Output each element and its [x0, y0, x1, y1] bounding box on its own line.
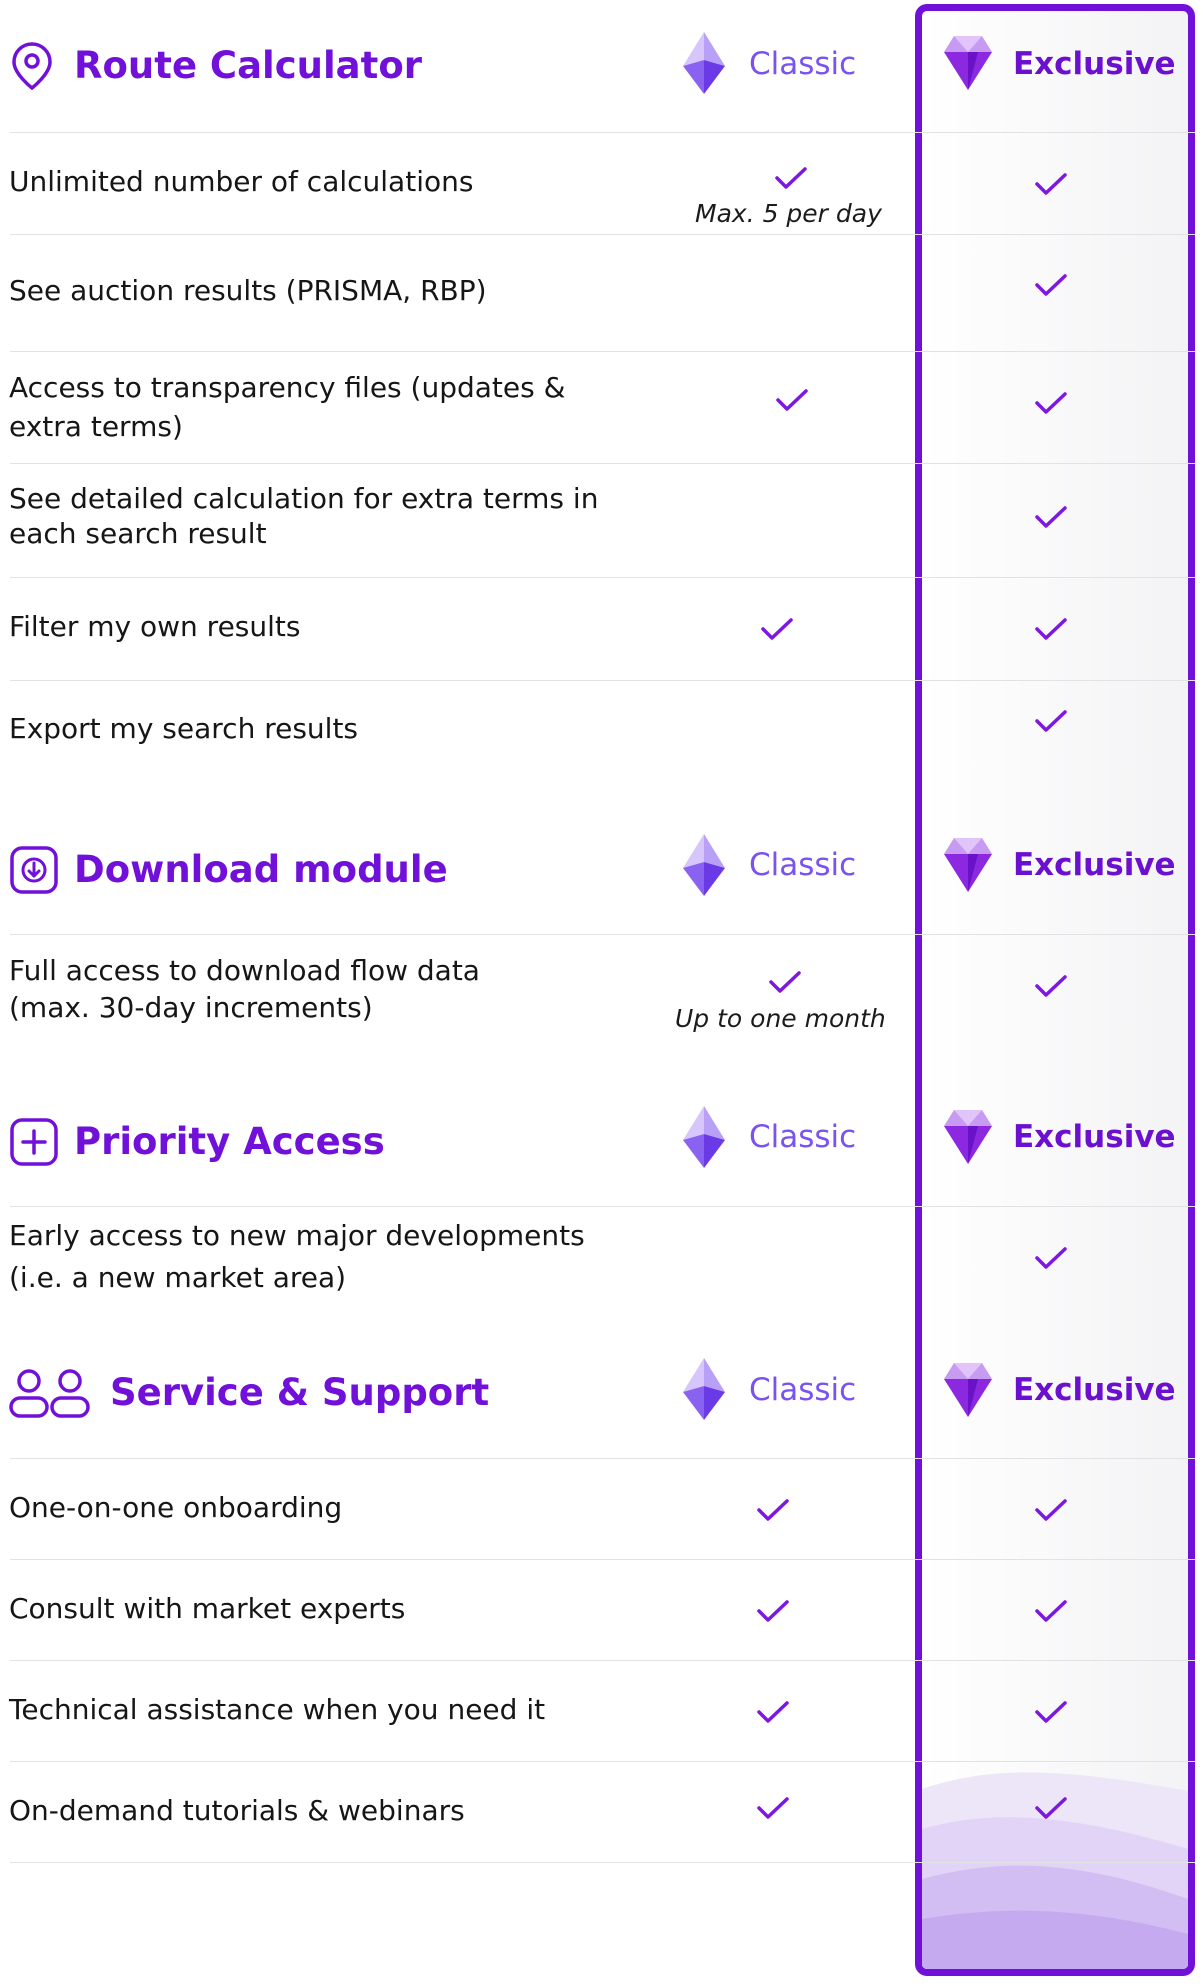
classic-limit-note: Up to one month [675, 1004, 886, 1033]
classic-check-icon [775, 167, 807, 189]
tier-classic-label: Classic [749, 46, 857, 82]
divider [10, 351, 1195, 352]
feature-label: Unlimited number of calculations [9, 165, 474, 198]
section-title: Route Calculator [74, 44, 422, 87]
tier-classic-label: Classic [749, 1119, 857, 1155]
exclusive-check-icon [1035, 618, 1067, 640]
feature-label: (i.e. a new market area) [9, 1261, 347, 1294]
section-title: Download module [74, 848, 448, 891]
feature-label: Full access to download flow data [9, 954, 480, 987]
plus-square-icon [10, 1118, 58, 1166]
exclusive-check-icon [1035, 1247, 1067, 1269]
classic-check-icon [776, 389, 808, 411]
tier-exclusive-label: Exclusive [1013, 46, 1176, 82]
exclusive-check-icon [1035, 1701, 1067, 1723]
divider [10, 1761, 1195, 1762]
classic-check-icon [757, 1600, 789, 1622]
divider [10, 1206, 1195, 1207]
exclusive-check-icon [1035, 1600, 1067, 1622]
feature-label: See auction results (PRISMA, RBP) [9, 274, 487, 307]
feature-label: See detailed calculation for extra terms… [9, 482, 599, 515]
exclusive-check-icon [1035, 392, 1067, 414]
tier-classic-label: Classic [749, 847, 857, 883]
feature-label: extra terms) [9, 410, 183, 443]
classic-crystal-icon [683, 32, 725, 94]
divider [10, 680, 1195, 681]
exclusive-check-icon [1035, 506, 1067, 528]
exclusive-check-icon [1035, 1797, 1067, 1819]
divider [10, 1862, 1195, 1863]
feature-label: (max. 30-day increments) [9, 991, 373, 1024]
exclusive-check-icon [1035, 710, 1067, 732]
classic-check-icon [757, 1499, 789, 1521]
exclusive-diamond-icon [944, 36, 992, 90]
tier-exclusive-label: Exclusive [1013, 1119, 1176, 1155]
exclusive-check-icon [1035, 274, 1067, 296]
section-title: Service & Support [110, 1371, 490, 1414]
feature-label: Export my search results [9, 712, 359, 745]
feature-label: Early access to new major developments [9, 1219, 585, 1252]
divider [10, 1458, 1195, 1459]
feature-label: Access to transparency files (updates & [9, 371, 566, 404]
download-icon [10, 846, 58, 894]
divider [10, 577, 1195, 578]
feature-label: each search result [9, 517, 267, 550]
divider [10, 1660, 1195, 1661]
classic-check-icon [769, 971, 801, 993]
classic-crystal-icon [683, 1358, 725, 1420]
exclusive-diamond-icon [944, 1110, 992, 1164]
section-title: Priority Access [74, 1120, 385, 1163]
divider [10, 934, 1195, 935]
divider [10, 463, 1195, 464]
people-icon [9, 1369, 90, 1418]
classic-check-icon [757, 1797, 789, 1819]
classic-check-icon [761, 618, 793, 640]
exclusive-check-icon [1035, 1499, 1067, 1521]
location-pin-icon [12, 42, 52, 91]
classic-crystal-icon [683, 834, 725, 896]
feature-label: Consult with market experts [9, 1592, 406, 1625]
feature-label: Technical assistance when you need it [9, 1693, 546, 1726]
feature-label: On-demand tutorials & webinars [9, 1794, 465, 1827]
tier-exclusive-label: Exclusive [1013, 847, 1176, 883]
exclusive-diamond-icon [944, 838, 992, 892]
exclusive-check-icon [1035, 173, 1067, 195]
divider [10, 234, 1195, 235]
classic-check-icon [757, 1701, 789, 1723]
feature-label: Filter my own results [9, 610, 301, 643]
divider [10, 132, 1195, 133]
tier-exclusive-label: Exclusive [1013, 1372, 1176, 1408]
classic-limit-note: Max. 5 per day [695, 199, 882, 228]
classic-crystal-icon [683, 1106, 725, 1168]
exclusive-diamond-icon [944, 1363, 992, 1417]
feature-label: One-on-one onboarding [9, 1491, 343, 1524]
exclusive-check-icon [1035, 975, 1067, 997]
tier-classic-label: Classic [749, 1372, 857, 1408]
divider [10, 1559, 1195, 1560]
